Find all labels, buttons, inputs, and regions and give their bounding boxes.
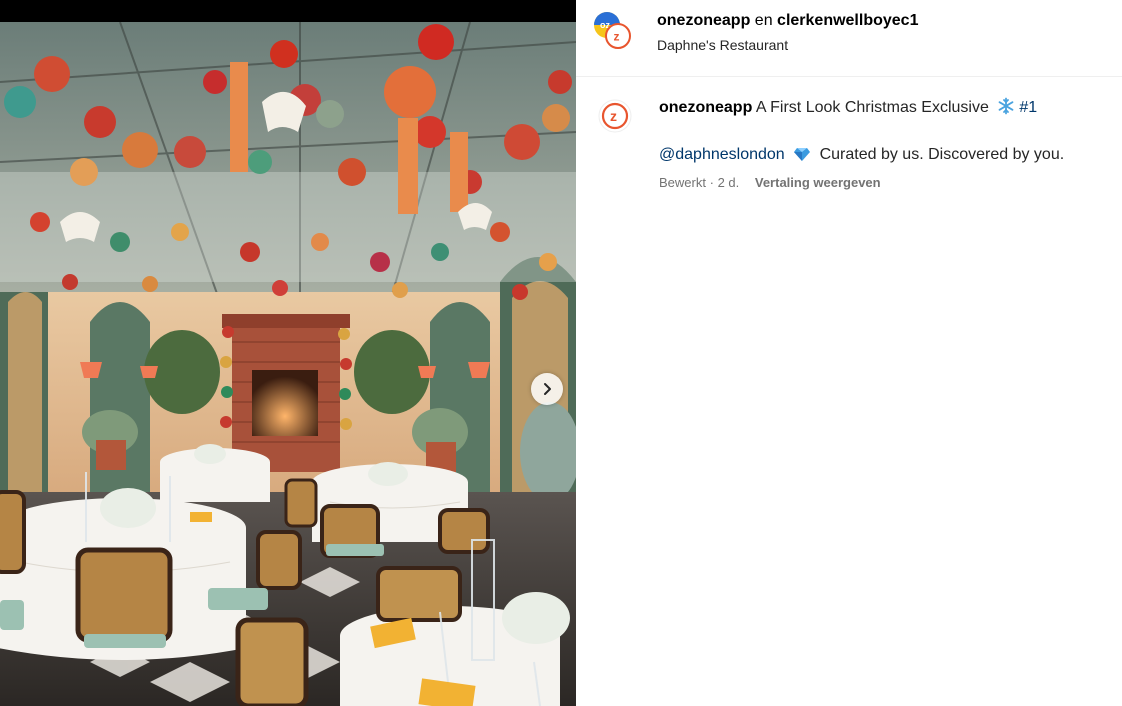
media-top-bar <box>0 0 576 22</box>
post-details-panel: oz z onezoneapp en clerkenwellboyec1 Dap… <box>576 0 1122 706</box>
caption-avatar[interactable]: z <box>598 99 632 133</box>
meta-separator: · <box>709 175 714 190</box>
collaborator-username-link[interactable]: clerkenwellboyec1 <box>777 12 918 29</box>
caption-meta: Bewerkt · 2 d. Vertaling weergeven <box>659 174 881 192</box>
restaurant-christmas-decor-photo <box>0 22 576 706</box>
snowflake-icon <box>997 97 1015 122</box>
svg-text:z: z <box>614 30 620 44</box>
onezone-logo-icon: z <box>598 99 632 133</box>
avatar[interactable]: oz z <box>594 12 631 49</box>
post-authors: onezoneapp en clerkenwellboyec1 <box>657 11 918 31</box>
edited-label: Bewerkt <box>659 175 706 190</box>
caption-author-link[interactable]: onezoneapp <box>659 99 752 116</box>
post-caption: onezoneapp A First Look Christmas Exclus… <box>659 97 1109 169</box>
see-translation-button[interactable]: Vertaling weergeven <box>755 175 881 190</box>
post-dialog: oz z onezoneapp en clerkenwellboyec1 Dap… <box>0 0 1122 706</box>
caption-tagline: Curated by us. Discovered by you. <box>819 146 1065 163</box>
caption-first-line: onezoneapp A First Look Christmas Exclus… <box>659 97 1109 122</box>
post-media <box>0 0 576 706</box>
svg-text:z: z <box>610 108 617 124</box>
gem-icon <box>793 146 811 169</box>
hashtag-link[interactable]: #1 <box>1019 99 1037 116</box>
author-conjunction: en <box>754 12 773 29</box>
onezone-logo-icon: oz z <box>594 12 631 49</box>
location-link[interactable]: Daphne's Restaurant <box>657 36 788 54</box>
post-age[interactable]: 2 d. <box>718 175 740 190</box>
chevron-right-icon <box>544 383 551 395</box>
author-username-link[interactable]: onezoneapp <box>657 12 750 29</box>
caption-text: A First Look Christmas Exclusive <box>755 99 989 116</box>
post-header: oz z onezoneapp en clerkenwellboyec1 Dap… <box>576 0 1122 77</box>
carousel-next-button[interactable] <box>531 373 563 405</box>
mention-link[interactable]: @daphneslondon <box>659 146 785 163</box>
caption-second-line: @daphneslondon Curated by us. Discovered… <box>659 144 1109 169</box>
